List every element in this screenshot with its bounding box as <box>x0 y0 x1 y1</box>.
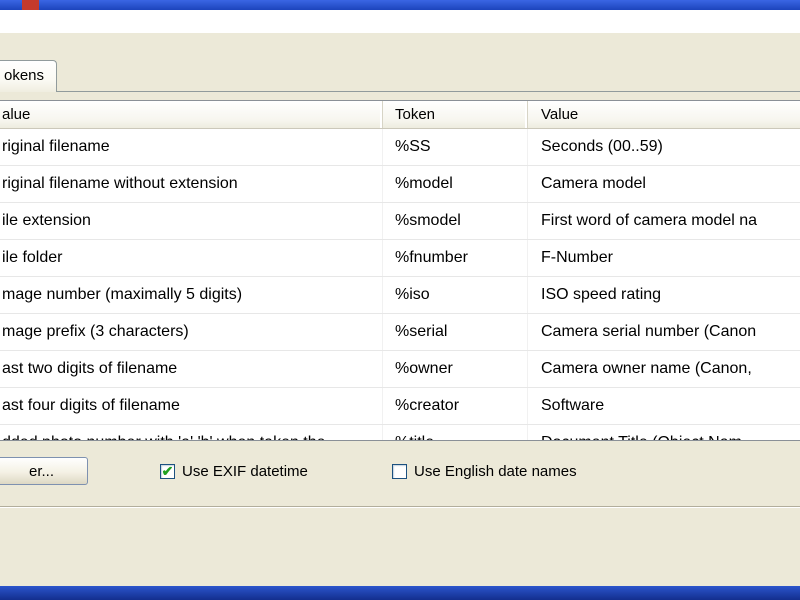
cell-token: %SS <box>383 129 528 165</box>
table-row[interactable]: ile folder%fnumberF-Number <box>0 240 800 277</box>
table-header-row: alue Token Value <box>0 101 800 129</box>
table-row[interactable]: mage number (maximally 5 digits)%isoISO … <box>0 277 800 314</box>
checkbox-label: Use EXIF datetime <box>182 463 308 480</box>
checkbox-use-english-date-names[interactable]: ✔ Use English date names <box>392 457 577 485</box>
checkbox-label: Use English date names <box>414 463 577 480</box>
cell-value: Camera serial number (Canon <box>528 314 800 350</box>
checkbox-use-exif-datetime[interactable]: ✔ Use EXIF datetime <box>160 457 308 485</box>
cell-name: ile extension <box>0 203 383 239</box>
tokens-table: alue Token Value riginal filename%SSSeco… <box>0 100 800 441</box>
cell-token: %iso <box>383 277 528 313</box>
column-header-value-right[interactable]: Value <box>528 101 800 128</box>
cell-token: %serial <box>383 314 528 350</box>
checkbox-box[interactable]: ✔ <box>392 464 407 479</box>
table-body: riginal filename%SSSeconds (00..59)rigin… <box>0 129 800 441</box>
cell-value: Seconds (00..59) <box>528 129 800 165</box>
cell-value: Camera model <box>528 166 800 202</box>
titlebar-strip <box>0 0 800 10</box>
table-row[interactable]: ast two digits of filename%ownerCamera o… <box>0 351 800 388</box>
titlebar-icon-fragment <box>22 0 39 10</box>
cell-token: %title <box>383 425 528 441</box>
bottom-left-button[interactable]: er... <box>0 457 88 485</box>
cell-name: riginal filename without extension <box>0 166 383 202</box>
tab-page-border <box>0 91 800 92</box>
cell-value: Software <box>528 388 800 424</box>
cell-name: mage prefix (3 characters) <box>0 314 383 350</box>
table-row[interactable]: dded photo number with 'a','b' when take… <box>0 425 800 441</box>
table-row[interactable]: riginal filename without extension%model… <box>0 166 800 203</box>
cell-value: F-Number <box>528 240 800 276</box>
cell-token: %creator <box>383 388 528 424</box>
cell-token: %fnumber <box>383 240 528 276</box>
table-row[interactable]: riginal filename%SSSeconds (00..59) <box>0 129 800 166</box>
cell-token: %model <box>383 166 528 202</box>
cell-token: %owner <box>383 351 528 387</box>
cell-name: mage number (maximally 5 digits) <box>0 277 383 313</box>
checkbox-box[interactable]: ✔ <box>160 464 175 479</box>
cell-name: riginal filename <box>0 129 383 165</box>
cell-value: ISO speed rating <box>528 277 800 313</box>
cell-name: dded photo number with 'a','b' when take… <box>0 425 383 441</box>
cell-name: ast four digits of filename <box>0 388 383 424</box>
menubar-strip <box>0 10 800 33</box>
cell-token: %smodel <box>383 203 528 239</box>
table-row[interactable]: mage prefix (3 characters)%serialCamera … <box>0 314 800 351</box>
cell-value: First word of camera model na <box>528 203 800 239</box>
separator-line <box>0 506 800 508</box>
bottom-window-border <box>0 586 800 600</box>
screen: okens alue Token Value riginal filename%… <box>0 0 800 600</box>
cell-name: ile folder <box>0 240 383 276</box>
column-header-value-left[interactable]: alue <box>0 101 383 128</box>
column-header-token[interactable]: Token <box>383 101 528 128</box>
tab-tokens-label: okens <box>0 61 56 91</box>
cell-name: ast two digits of filename <box>0 351 383 387</box>
table-row[interactable]: ast four digits of filename%creatorSoftw… <box>0 388 800 425</box>
table-row[interactable]: ile extension%smodelFirst word of camera… <box>0 203 800 240</box>
cell-value: Document Title (Object Nam <box>528 425 800 441</box>
check-icon: ✔ <box>162 464 174 478</box>
cell-value: Camera owner name (Canon, <box>528 351 800 387</box>
tab-tokens[interactable]: okens <box>0 60 57 92</box>
